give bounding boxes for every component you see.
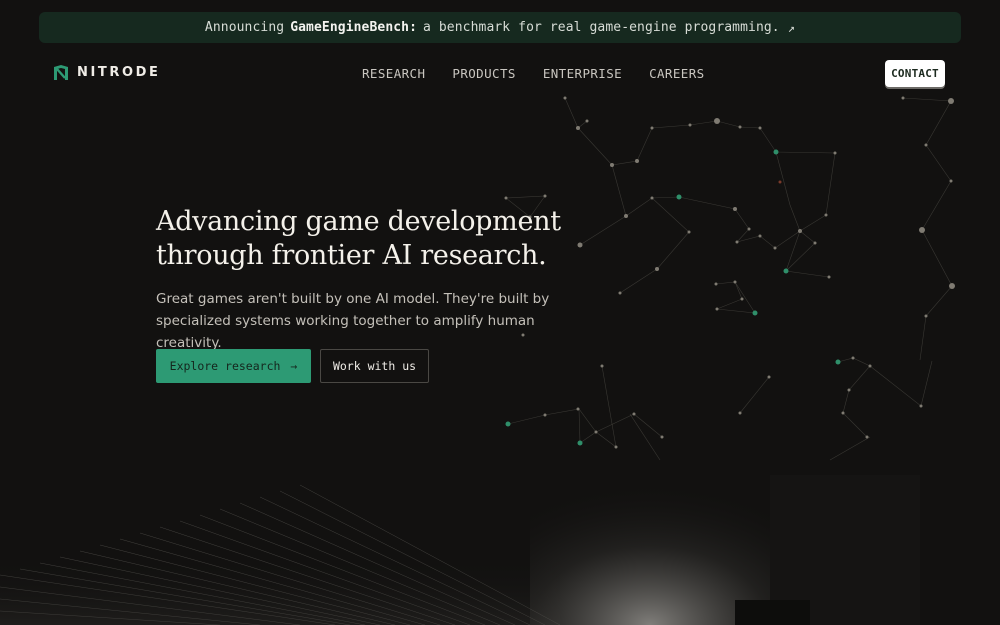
explore-research-button[interactable]: Explore research → (156, 349, 311, 383)
hero-subtitle-line-2: specialized systems working together to … (156, 313, 535, 351)
explore-research-label: Explore research (169, 359, 281, 373)
hero-title: Advancing game development through front… (156, 205, 616, 273)
perspective-floor-decoration (0, 465, 920, 625)
hero-title-line-1: Advancing game development (156, 206, 561, 237)
arrow-right-icon: → (290, 359, 298, 373)
hero-subtitle-line-1: Great games aren't built by one AI model… (156, 291, 550, 307)
hero-subtitle: Great games aren't built by one AI model… (156, 288, 596, 354)
hero-title-line-2: through frontier AI research. (156, 240, 547, 271)
work-with-us-button[interactable]: Work with us (320, 349, 429, 383)
